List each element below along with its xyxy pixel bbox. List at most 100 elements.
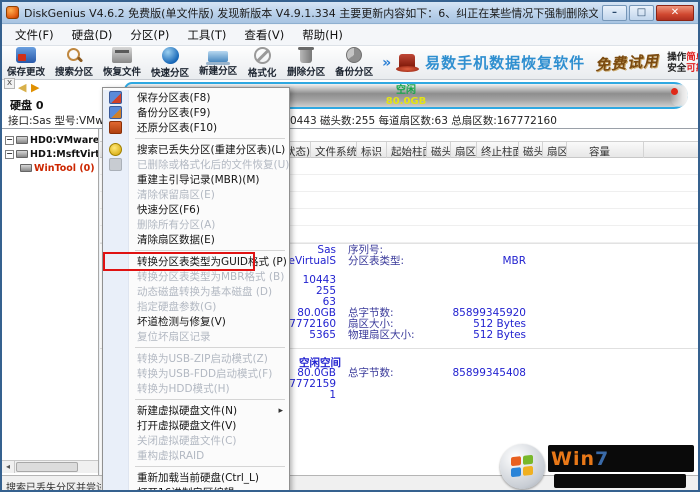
table-header-cell[interactable]: 容量 bbox=[587, 142, 644, 158]
toolbar-button[interactable]: 备份分区 bbox=[330, 46, 378, 79]
context-menu-item[interactable]: 转换分区表类型为GUID格式 (P) ▸ bbox=[103, 254, 289, 269]
toolbar-button[interactable]: 新建分区 bbox=[194, 46, 242, 79]
tree-item[interactable]: − WinTool (0) bbox=[2, 161, 98, 175]
context-menu-item[interactable]: 动态磁盘转换为基本磁盘 (D) ▸ bbox=[103, 284, 289, 299]
menu-item-label: 转换分区表类型为GUID格式 (P) bbox=[129, 254, 287, 269]
context-menu-item[interactable]: 重建主引导记录(MBR)(M) ▸ bbox=[103, 172, 289, 187]
toolbar-button[interactable]: 搜索分区 bbox=[50, 46, 98, 79]
tree-item-label: HD1:MsftVirtua bbox=[30, 149, 99, 160]
toolbar-button-label: 备份分区 bbox=[335, 64, 373, 78]
table-header-cell[interactable]: 磁头 bbox=[521, 142, 543, 158]
scrollbar-thumb[interactable] bbox=[16, 462, 78, 472]
menu-gutter bbox=[103, 396, 129, 403]
menubar-item[interactable]: 工具(T) bbox=[178, 25, 235, 45]
menu-item-label: 新建虚拟硬盘文件(N) bbox=[129, 403, 278, 418]
nav-left-icon[interactable]: ◀ bbox=[18, 81, 26, 94]
context-menu-item[interactable]: 新建虚拟硬盘文件(N) ▸ bbox=[103, 403, 289, 418]
maximize-button[interactable]: □ bbox=[629, 5, 654, 21]
disk-tree-panel: − HD0:VMware,VMw − HD1:MsftVirtua − WinT… bbox=[2, 129, 99, 475]
tree-expander-icon[interactable]: − bbox=[5, 150, 14, 159]
table-header-cell[interactable]: 磁头 bbox=[429, 142, 451, 158]
context-menu-item[interactable]: 打开16进制扇区编辑 ▸ bbox=[103, 485, 289, 492]
context-menu-item[interactable]: 清除保留扇区(E) ▸ bbox=[103, 187, 289, 202]
context-menu-item[interactable]: ▸ bbox=[103, 344, 289, 351]
menu-item-label bbox=[135, 138, 285, 139]
context-menu-item[interactable]: 复位坏扇区记录 ▸ bbox=[103, 329, 289, 344]
menubar-item[interactable]: 硬盘(D) bbox=[63, 25, 122, 45]
menubar-item[interactable]: 查看(V) bbox=[235, 25, 293, 45]
context-menu-item[interactable]: ▸ bbox=[103, 396, 289, 403]
menu-gutter bbox=[103, 485, 129, 492]
menu-item-label: 转换为HDD模式(H) bbox=[129, 381, 278, 396]
context-menu-item[interactable]: 转换为HDD模式(H) ▸ bbox=[103, 381, 289, 396]
scroll-left-icon[interactable]: ◂ bbox=[2, 461, 15, 473]
context-menu-item[interactable]: 打开虚拟硬盘文件(V) ▸ bbox=[103, 418, 289, 433]
submenu-arrow-icon: ▸ bbox=[278, 406, 289, 416]
window-title: DiskGenius V4.6.2 免费版(单文件版) 发现新版本 V4.9.1… bbox=[24, 5, 598, 21]
diskgenius-window: DiskGenius V4.6.2 免费版(单文件版) 发现新版本 V4.9.1… bbox=[0, 0, 700, 492]
pane-close-icon[interactable]: x bbox=[4, 78, 15, 89]
context-menu-item[interactable]: 关闭虚拟硬盘文件(C) ▸ bbox=[103, 433, 289, 448]
context-menu-item[interactable]: 备份分区表(F9) ▸ bbox=[103, 105, 289, 120]
recover-files-icon bbox=[112, 47, 132, 63]
context-menu-item[interactable]: 删除所有分区(A) ▸ bbox=[103, 217, 289, 232]
save-changes-icon bbox=[16, 47, 36, 63]
table-header-cell[interactable]: 扇区 bbox=[545, 142, 567, 158]
context-menu-item[interactable]: 转换为USB-FDD启动模式(F) ▸ bbox=[103, 366, 289, 381]
tree-item[interactable]: − HD1:MsftVirtua bbox=[2, 147, 98, 161]
menubar-item[interactable]: 文件(F) bbox=[6, 25, 63, 45]
context-menu-item[interactable]: 重构虚拟RAID ▸ bbox=[103, 448, 289, 463]
tree-item[interactable]: − HD0:VMware,VMw bbox=[2, 133, 98, 147]
table-header-cell[interactable]: 扇区 bbox=[453, 142, 477, 158]
status-text: 搜索已丢失分区并尝试恢复分 bbox=[6, 479, 101, 492]
menubar-item[interactable]: 帮助(H) bbox=[293, 25, 352, 45]
context-menu-item[interactable]: 清除扇区数据(E) ▸ bbox=[103, 232, 289, 247]
tree-expander-icon[interactable]: − bbox=[5, 136, 14, 145]
context-menu-item[interactable]: 指定硬盘参数(G) ▸ bbox=[103, 299, 289, 314]
context-menu-item[interactable]: 还原分区表(F10) ▸ bbox=[103, 120, 289, 135]
tree-scrollbar[interactable]: ◂ bbox=[2, 460, 98, 473]
toolbar-button[interactable]: 快速分区 bbox=[146, 46, 194, 79]
bar-marker-icon bbox=[671, 88, 678, 95]
menubar-item[interactable]: 分区(P) bbox=[121, 25, 178, 45]
menu-item-label: 转换分区表类型为MBR格式 (B) bbox=[129, 269, 284, 284]
menu-gutter bbox=[103, 172, 129, 187]
slogan-text: 操作 bbox=[667, 52, 686, 63]
ad-banner[interactable]: 易数手机数据恢复软件 免费试用 操作简单 安全可靠 bbox=[395, 46, 700, 79]
context-menu: 保存分区表(F8) ▸ 备份分区表(F9) ▸ 还原分区表(F10) ▸ bbox=[102, 87, 290, 492]
toolbar-overflow-icon[interactable]: » bbox=[378, 55, 395, 71]
minimize-button[interactable]: – bbox=[602, 5, 627, 21]
slogan-accent: 简单 bbox=[686, 52, 700, 63]
context-menu-item[interactable]: 转换为USB-ZIP启动模式(Z) ▸ bbox=[103, 351, 289, 366]
menu-item-label: 快速分区(F6) bbox=[129, 202, 278, 217]
menu-item-label bbox=[135, 347, 285, 348]
table-header-cell[interactable]: 文件系统 bbox=[313, 142, 357, 158]
toolbar-button[interactable]: 保存更改 bbox=[2, 46, 50, 79]
toolbar-button[interactable]: 删除分区 bbox=[282, 46, 330, 79]
menu-item-label: 指定硬盘参数(G) bbox=[129, 299, 278, 314]
context-menu-item[interactable]: ▸ bbox=[103, 463, 289, 470]
context-menu-item[interactable]: 保存分区表(F8) ▸ bbox=[103, 90, 289, 105]
menu-gutter bbox=[103, 344, 129, 351]
nav-right-icon[interactable]: ▶ bbox=[31, 81, 39, 94]
menu-gutter bbox=[103, 351, 129, 366]
menu-gutter bbox=[103, 329, 129, 344]
toolbar-button[interactable]: 恢复文件 bbox=[98, 46, 146, 79]
table-header-cell[interactable]: 起始柱面 bbox=[389, 142, 427, 158]
context-menu-item[interactable]: 快速分区(F6) ▸ bbox=[103, 202, 289, 217]
disk-info-right: 0443 磁头数:255 每道扇区数:63 总扇区数:167772160 bbox=[290, 113, 557, 128]
titlebar[interactable]: DiskGenius V4.6.2 免费版(单文件版) 发现新版本 V4.9.1… bbox=[2, 2, 698, 24]
context-menu-item[interactable]: 转换分区表类型为MBR格式 (B) ▸ bbox=[103, 269, 289, 284]
context-menu-item[interactable]: 已删除或格式化后的文件恢复(U) ▸ bbox=[103, 157, 289, 172]
search-lost-icon bbox=[109, 143, 122, 156]
close-button[interactable]: ✕ bbox=[656, 5, 694, 21]
context-menu-item[interactable]: 搜索已丢失分区(重建分区表)(L) ▸ bbox=[103, 142, 289, 157]
context-menu-item[interactable]: 重新加载当前硬盘(Ctrl_L) ▸ bbox=[103, 470, 289, 485]
context-menu-item[interactable]: ▸ bbox=[103, 135, 289, 142]
menu-gutter bbox=[103, 463, 129, 470]
table-header-cell[interactable]: 标识 bbox=[359, 142, 387, 158]
table-header-cell[interactable]: 终止柱面 bbox=[479, 142, 519, 158]
toolbar-button[interactable]: 格式化 bbox=[242, 46, 282, 79]
context-menu-item[interactable]: 坏道检测与修复(V) ▸ bbox=[103, 314, 289, 329]
menu-item-label bbox=[135, 466, 285, 467]
